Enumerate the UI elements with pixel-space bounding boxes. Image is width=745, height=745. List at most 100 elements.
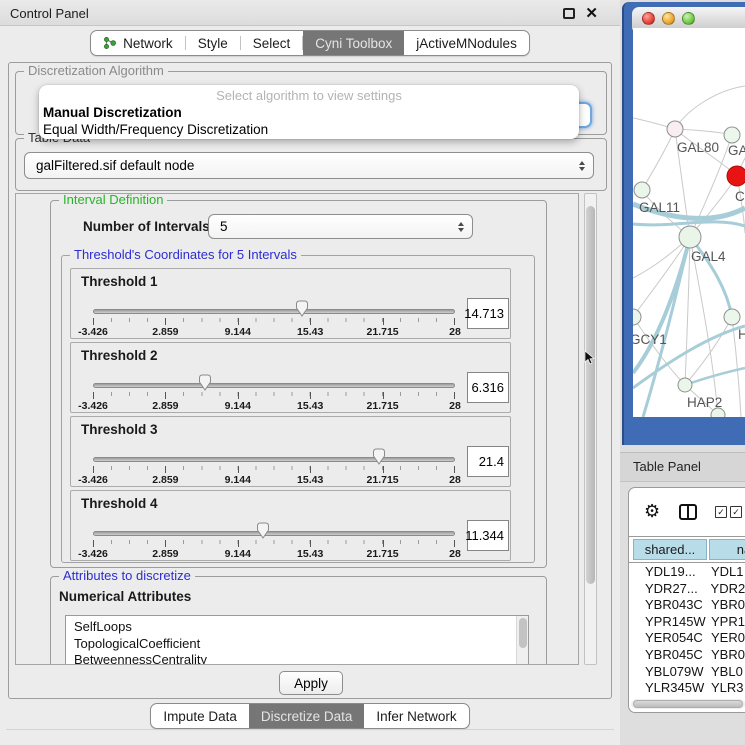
dropdown-option-equal-width-frequency[interactable]: Equal Width/Frequency Discretization <box>39 121 579 138</box>
minimize-traffic-light-icon[interactable] <box>662 12 675 25</box>
gear-icon[interactable]: ⚙ <box>644 501 660 521</box>
network-node[interactable] <box>634 182 650 198</box>
cell-name[interactable]: YPR1 <box>711 614 745 631</box>
network-window-titlebar[interactable] <box>632 7 745 30</box>
combo-spinner-icon[interactable] <box>573 161 593 171</box>
numerical-attributes-list[interactable]: SelfLoopsTopologicalCoefficientBetweenne… <box>65 615 529 665</box>
cell-shared-name[interactable]: YDR27... <box>629 581 711 598</box>
cell-name[interactable]: YDL1 <box>711 564 744 581</box>
slider-thumb[interactable] <box>199 374 212 391</box>
table-row[interactable]: YER054CYER0 <box>629 630 745 647</box>
apply-button[interactable]: Apply <box>279 671 343 695</box>
checkbox-icon[interactable]: ✓ <box>715 506 727 518</box>
cell-name[interactable]: YBL0 <box>711 664 743 681</box>
tick-label: 15.43 <box>297 400 323 412</box>
top-tabbar: Network Style Select Cyni Toolbox jActiv… <box>0 30 620 56</box>
table-row[interactable]: YBR045CYBR0 <box>629 647 745 664</box>
scrollbar-thumb[interactable] <box>633 700 743 708</box>
scrollbar-thumb[interactable] <box>586 206 595 584</box>
cell-shared-name[interactable]: YIL052C <box>629 697 711 698</box>
table-row[interactable]: YBR043CYBR0 <box>629 597 745 614</box>
list-scrollbar[interactable] <box>516 616 528 665</box>
panel-bottom-edge <box>6 729 614 730</box>
slider-thumb[interactable] <box>257 522 270 539</box>
slider-ticks <box>93 318 455 325</box>
cell-name[interactable]: YDR2 <box>711 581 745 598</box>
attribute-list-item[interactable]: SelfLoops <box>66 619 528 636</box>
dropdown-option-manual-discretization[interactable]: Manual Discretization <box>39 104 579 121</box>
network-node[interactable] <box>711 408 725 417</box>
slider-tick-labels: -3.4262.8599.14415.4321.71528 <box>93 474 455 487</box>
algorithm-dropdown-popup: Select algorithm to view settings Manual… <box>39 85 579 139</box>
close-traffic-light-icon[interactable] <box>642 12 655 25</box>
cell-name[interactable]: YIL0 <box>711 697 738 698</box>
tab-jactivemnodules[interactable]: jActiveMNodules <box>404 31 529 55</box>
table-row[interactable]: YBL079WYBL0 <box>629 664 745 681</box>
table-body[interactable]: YDL19...YDL1YDR27...YDR2YBR043CYBR0YPR14… <box>629 564 745 698</box>
table-row[interactable]: YIL052CYIL0 <box>629 697 745 698</box>
cell-shared-name[interactable]: YDL19... <box>629 564 711 581</box>
threshold-value-input[interactable]: 11.344 <box>467 520 509 551</box>
threshold-3-panel: Threshold 3 -3.4262.8599.14415.4321.7152… <box>70 416 511 487</box>
table-panel-title: Table Panel <box>633 459 701 474</box>
network-node[interactable] <box>678 378 692 392</box>
slider-tick-labels: -3.4262.8599.14415.4321.71528 <box>93 548 455 561</box>
cell-shared-name[interactable]: YBR045C <box>629 647 711 664</box>
panel-vertical-scrollbar[interactable] <box>584 193 597 665</box>
slider-track[interactable] <box>93 383 455 388</box>
column-header-shared-name[interactable]: shared... <box>633 539 707 560</box>
network-node[interactable] <box>724 309 740 325</box>
float-window-icon[interactable] <box>563 8 575 19</box>
tab-cyni-toolbox[interactable]: Cyni Toolbox <box>303 31 404 55</box>
slider-track[interactable] <box>93 531 455 536</box>
table-row[interactable]: YPR145WYPR1 <box>629 614 745 631</box>
number-of-intervals-combobox[interactable]: 5 <box>208 214 473 239</box>
table-row[interactable]: YLR345WYLR3 <box>629 680 745 697</box>
slider-track[interactable] <box>93 309 455 314</box>
node-label: GAL4 <box>691 249 726 264</box>
network-node[interactable] <box>679 226 701 248</box>
slider-track[interactable] <box>93 457 455 462</box>
tick-label: 9.144 <box>225 548 251 560</box>
threshold-value-input[interactable]: 6.316 <box>467 372 509 403</box>
cell-shared-name[interactable]: YER054C <box>629 630 711 647</box>
close-icon[interactable]: ✕ <box>585 4 598 22</box>
cell-shared-name[interactable]: YBR043C <box>629 597 711 614</box>
zoom-traffic-light-icon[interactable] <box>682 12 695 25</box>
cell-name[interactable]: YER0 <box>711 630 745 647</box>
table-data-combobox[interactable]: galFiltered.sif default node <box>24 152 594 179</box>
scrollbar-thumb[interactable] <box>519 618 527 648</box>
tab-infer-network[interactable]: Infer Network <box>364 704 468 728</box>
cell-name[interactable]: YLR3 <box>711 680 744 697</box>
threshold-value-input[interactable]: 21.4 <box>467 446 509 477</box>
tab-style[interactable]: Style <box>186 31 240 55</box>
threshold-value-input[interactable]: 14.713 <box>467 298 509 329</box>
table-row[interactable]: YDR27...YDR2 <box>629 581 745 598</box>
tab-select[interactable]: Select <box>241 31 303 55</box>
table-row[interactable]: YDL19...YDL1 <box>629 564 745 581</box>
network-node[interactable] <box>633 309 641 325</box>
combo-spinner-icon[interactable] <box>452 222 472 232</box>
attribute-list-item[interactable]: TopologicalCoefficient <box>66 636 528 653</box>
checkbox-icon[interactable]: ✓ <box>730 506 742 518</box>
node-label: C <box>735 189 745 204</box>
network-canvas[interactable]: GAL80GACGAL11GAL4GCY1HHAP2 <box>633 28 745 417</box>
columns-icon[interactable] <box>679 504 697 520</box>
cell-shared-name[interactable]: YLR345W <box>629 680 711 697</box>
network-node[interactable] <box>724 127 740 143</box>
cell-shared-name[interactable]: YBL079W <box>629 664 711 681</box>
slider-thumb[interactable] <box>295 300 308 317</box>
attribute-list-item[interactable]: BetweennessCentrality <box>66 652 528 665</box>
cell-shared-name[interactable]: YPR145W <box>629 614 711 631</box>
network-node[interactable] <box>727 166 745 186</box>
cell-name[interactable]: YBR0 <box>711 597 745 614</box>
table-horizontal-scrollbar[interactable] <box>631 699 745 709</box>
column-header-name[interactable]: na <box>709 539 745 560</box>
tab-network[interactable]: Network <box>91 31 185 55</box>
cell-name[interactable]: YBR0 <box>711 647 745 664</box>
tab-impute-data[interactable]: Impute Data <box>151 704 249 728</box>
slider-thumb[interactable] <box>372 448 385 465</box>
network-node[interactable] <box>667 121 683 137</box>
node-label: GCY1 <box>633 332 667 347</box>
tab-discretize-data[interactable]: Discretize Data <box>249 704 365 728</box>
